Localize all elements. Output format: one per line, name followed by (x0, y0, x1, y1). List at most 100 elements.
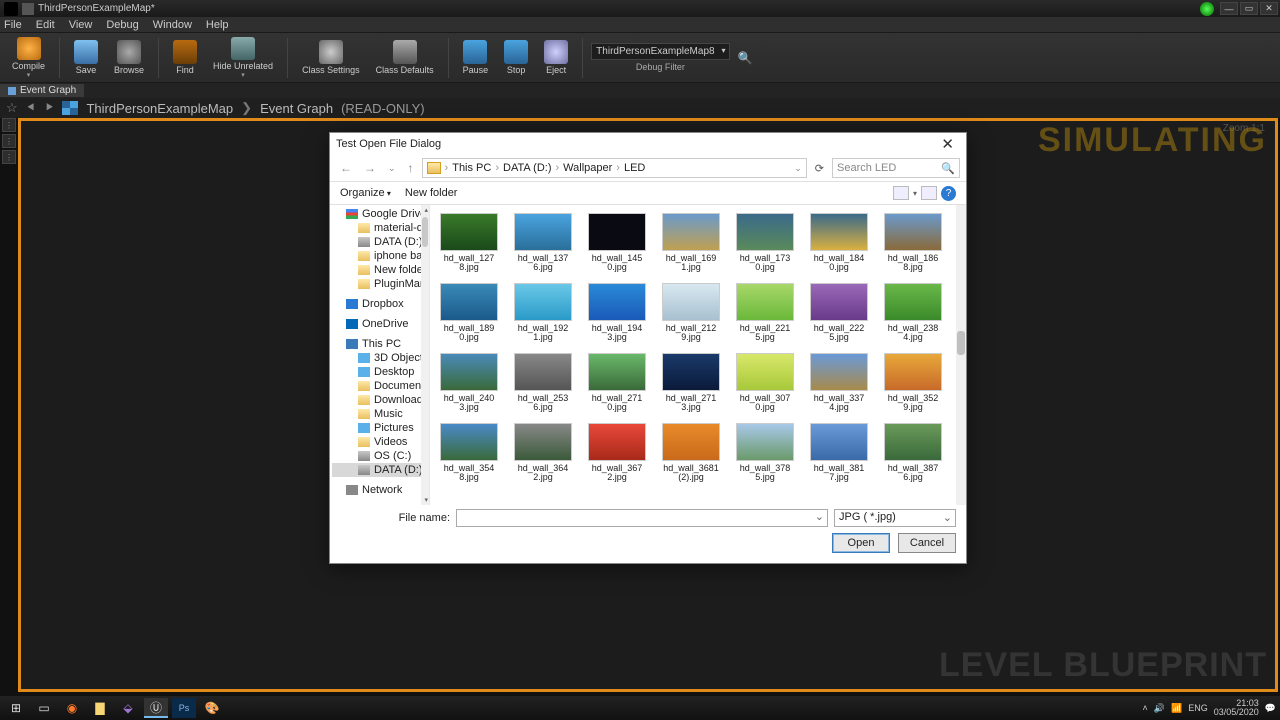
firefox-icon[interactable]: ◉ (60, 698, 84, 718)
file-item[interactable]: hd_wall_3070.jpg (736, 353, 794, 413)
menu-edit[interactable]: Edit (36, 19, 55, 31)
tree-node[interactable]: PluginMarketpla (332, 277, 427, 291)
preview-pane-button[interactable] (921, 186, 937, 200)
file-item[interactable]: hd_wall_3374.jpg (810, 353, 868, 413)
tree-node[interactable]: Videos (332, 435, 427, 449)
notifications-icon[interactable]: 💬 (1265, 703, 1276, 714)
clock[interactable]: 21:03 03/05/2020 (1214, 699, 1259, 717)
pause-button[interactable]: Pause (457, 35, 495, 81)
unreal-icon[interactable]: Ⓤ (144, 698, 168, 718)
file-item[interactable]: hd_wall_3642.jpg (514, 423, 572, 483)
tree-node[interactable]: iphone backup p (332, 249, 427, 263)
tree-node[interactable]: OS (C:) (332, 449, 427, 463)
path-seg[interactable]: LED (624, 162, 645, 174)
search-debug-icon[interactable]: 🔍 (738, 51, 753, 65)
file-item[interactable]: hd_wall_1450.jpg (588, 213, 646, 273)
system-tray[interactable]: ˄ 🔊 📶 ENG 21:03 03/05/2020 💬 (1143, 699, 1276, 717)
file-item[interactable]: hd_wall_1868.jpg (884, 213, 942, 273)
filetype-select[interactable]: JPG ( *.jpg) (834, 509, 956, 527)
files-scrollbar[interactable] (956, 205, 966, 505)
file-item[interactable]: hd_wall_1840.jpg (810, 213, 868, 273)
docked-tab[interactable]: ⋮ (2, 150, 16, 164)
newfolder-button[interactable]: New folder (405, 187, 458, 199)
file-item[interactable]: hd_wall_1890.jpg (440, 283, 498, 343)
stop-button[interactable]: Stop (498, 35, 534, 81)
tree-node[interactable]: This PC (332, 337, 427, 351)
breadcrumb-graph[interactable]: Event Graph (260, 101, 333, 116)
file-item[interactable]: hd_wall_1730.jpg (736, 213, 794, 273)
refresh-button[interactable]: ⟳ (815, 162, 824, 175)
help-button[interactable]: ? (941, 186, 956, 201)
file-item[interactable]: hd_wall_3529.jpg (884, 353, 942, 413)
tree-node[interactable]: Downloads (332, 393, 427, 407)
file-item[interactable]: hd_wall_1278.jpg (440, 213, 498, 273)
file-item[interactable]: hd_wall_1921.jpg (514, 283, 572, 343)
file-item[interactable]: hd_wall_1691.jpg (662, 213, 720, 273)
file-item[interactable]: hd_wall_3817.jpg (810, 423, 868, 483)
hide-unrelated-button[interactable]: Hide Unrelated (207, 35, 279, 81)
nav-fwd-icon[interactable]: ⯈ (44, 100, 54, 116)
menu-help[interactable]: Help (206, 19, 229, 31)
maximize-button[interactable]: ▭ (1240, 2, 1258, 15)
path-box[interactable]: ›This PC ›DATA (D:) ›Wallpaper ›LED ⌄ (422, 158, 807, 178)
cancel-button[interactable]: Cancel (898, 533, 956, 553)
menu-view[interactable]: View (69, 19, 93, 31)
file-item[interactable]: hd_wall_1376.jpg (514, 213, 572, 273)
tree-scrollbar[interactable] (421, 205, 429, 505)
file-item[interactable]: hd_wall_1943.jpg (588, 283, 646, 343)
nav-forward-button[interactable]: → (360, 159, 380, 177)
tree-node[interactable]: DATA (D:) (332, 235, 427, 249)
search-input[interactable]: Search LED 🔍 (832, 158, 960, 178)
path-seg[interactable]: DATA (D:) (503, 162, 551, 174)
nav-up-button[interactable]: ↑ (404, 159, 418, 177)
open-button[interactable]: Open (832, 533, 890, 553)
minimize-button[interactable]: — (1220, 2, 1238, 15)
save-button[interactable]: Save (68, 35, 104, 81)
class-defaults-button[interactable]: Class Defaults (370, 35, 440, 81)
nav-recent-button[interactable]: ⌄ (384, 161, 400, 176)
filename-input[interactable] (456, 509, 828, 527)
file-item[interactable]: hd_wall_3548.jpg (440, 423, 498, 483)
menu-window[interactable]: Window (153, 19, 192, 31)
tree-node[interactable]: 3D Objects (332, 351, 427, 365)
file-item[interactable]: hd_wall_2384.jpg (884, 283, 942, 343)
visualstudio-icon[interactable]: ⬙ (116, 698, 140, 718)
docked-tab[interactable]: ⋮ (2, 134, 16, 148)
file-item[interactable]: hd_wall_3876.jpg (884, 423, 942, 483)
tree-node[interactable]: Pictures (332, 421, 427, 435)
file-item[interactable]: hd_wall_2536.jpg (514, 353, 572, 413)
organize-button[interactable]: Organize (340, 187, 391, 199)
file-item[interactable]: hd_wall_2403.jpg (440, 353, 498, 413)
network-icon[interactable]: 📶 (1171, 703, 1182, 714)
compile-button[interactable]: Compile (6, 35, 51, 81)
tree-node[interactable]: Network (332, 483, 427, 497)
file-item[interactable]: hd_wall_2225.jpg (810, 283, 868, 343)
path-seg[interactable]: This PC (452, 162, 491, 174)
volume-icon[interactable]: 🔊 (1154, 703, 1165, 714)
language-indicator[interactable]: ENG (1188, 703, 1208, 713)
file-item[interactable]: hd_wall_2129.jpg (662, 283, 720, 343)
tree-node[interactable]: New folder (2) (332, 263, 427, 277)
tree-node[interactable]: Documents (332, 379, 427, 393)
file-item[interactable]: hd_wall_2215.jpg (736, 283, 794, 343)
tab-event-graph[interactable]: Event Graph (0, 84, 84, 97)
tree-node[interactable]: DATA (D:) (332, 463, 427, 477)
close-button[interactable]: ✕ (1260, 2, 1278, 15)
file-item[interactable]: hd_wall_2710.jpg (588, 353, 646, 413)
menu-debug[interactable]: Debug (106, 19, 138, 31)
paint-icon[interactable]: 🎨 (200, 698, 224, 718)
debug-object-select[interactable]: ThirdPersonExampleMap8 (591, 43, 729, 60)
dialog-close-button[interactable]: ✕ (935, 135, 960, 153)
file-item[interactable]: hd_wall_2713.jpg (662, 353, 720, 413)
tree-node[interactable]: material-dash (332, 221, 427, 235)
class-settings-button[interactable]: Class Settings (296, 35, 366, 81)
browse-button[interactable]: Browse (108, 35, 150, 81)
tree-node[interactable]: Google Drive📌 (332, 207, 427, 221)
breadcrumb-map[interactable]: ThirdPersonExampleMap (86, 101, 233, 116)
nav-back-button[interactable]: ← (336, 159, 356, 177)
menu-file[interactable]: File (4, 19, 22, 31)
view-mode-button[interactable] (893, 186, 909, 200)
favorite-icon[interactable]: ☆ (6, 100, 18, 116)
start-button[interactable]: ⊞ (4, 698, 28, 718)
photoshop-icon[interactable]: Ps (172, 698, 196, 718)
